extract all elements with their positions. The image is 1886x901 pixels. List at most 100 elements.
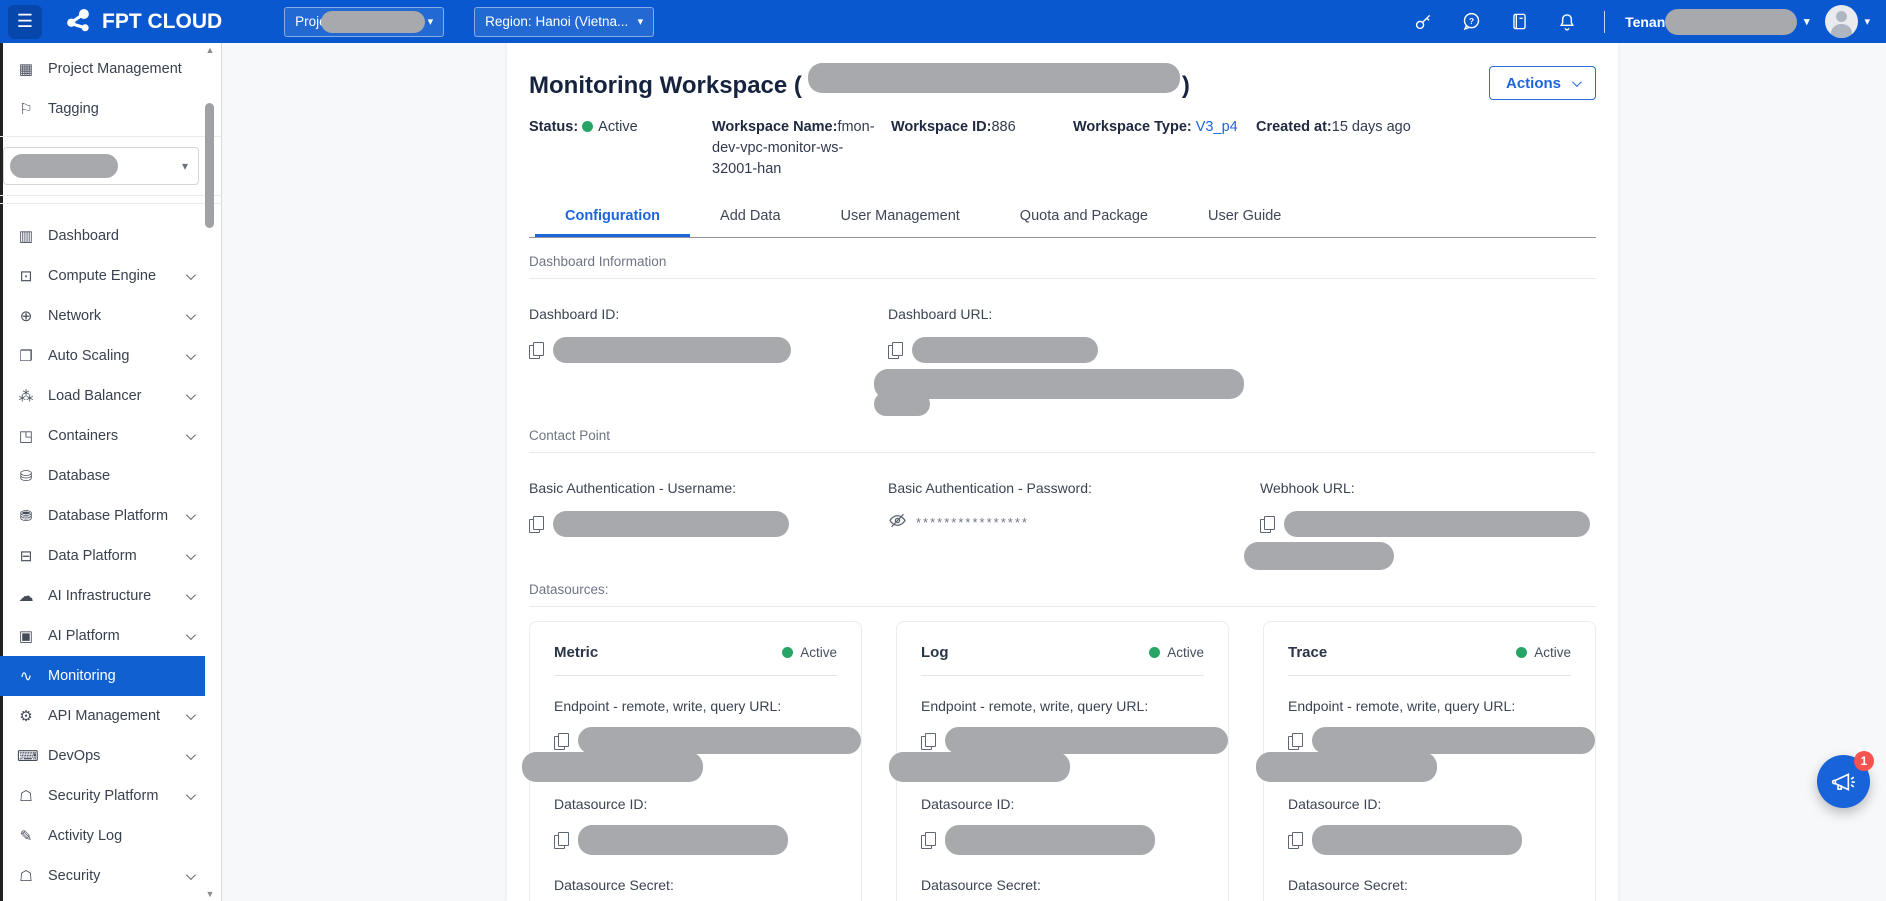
sidebar-item-label: Database Platform <box>48 508 168 524</box>
status-badge: Active <box>1149 645 1204 660</box>
help-icon[interactable]: ? <box>1460 11 1482 33</box>
workspace-card: Monitoring Workspace () Actions Status:A… <box>507 43 1618 901</box>
tab-user-guide[interactable]: User Guide <box>1178 198 1311 237</box>
workspace-type: Workspace Type: V3_p4 <box>1073 117 1256 180</box>
region-selector-label: Region: Hanoi (Vietna... <box>485 14 628 29</box>
sidebar-item-compute-engine[interactable]: ⊡Compute Engine <box>0 256 205 296</box>
datasource-name: Trace <box>1288 644 1327 661</box>
copy-icon[interactable] <box>554 732 569 750</box>
tab-configuration[interactable]: Configuration <box>535 198 690 237</box>
sidebar-item-ai-platform[interactable]: ▣AI Platform <box>0 616 205 656</box>
sidebar-item-data-platform[interactable]: ⊟Data Platform <box>0 536 205 576</box>
divider <box>0 195 221 196</box>
database-stack-icon: ⛃ <box>17 507 35 525</box>
actions-button[interactable]: Actions <box>1489 66 1596 100</box>
sidebar-item-activity-log[interactable]: ✎Activity Log <box>0 816 205 856</box>
chevron-down-icon <box>186 430 196 440</box>
copy-icon[interactable] <box>888 341 903 359</box>
dashboard-id-field: Dashboard ID: <box>529 293 888 416</box>
hamburger-menu-button[interactable]: ☰ <box>8 5 42 39</box>
redacted-endpoint-url <box>1256 752 1437 782</box>
tab-add-data[interactable]: Add Data <box>690 198 810 237</box>
sidebar-item-security[interactable]: ☖Security <box>0 856 205 896</box>
sidebar-item-security-platform[interactable]: ☖Security Platform <box>0 776 205 816</box>
divider <box>921 675 1204 676</box>
sidebar-item-label: Auto Scaling <box>48 348 129 364</box>
redacted-endpoint-url <box>522 752 703 782</box>
brand-logo[interactable]: FPT CLOUD <box>64 7 222 36</box>
caret-down-icon[interactable]: ▾ <box>1864 15 1870 28</box>
sidebar-item-load-balancer[interactable]: ⁂Load Balancer <box>0 376 205 416</box>
redacted-webhook-url <box>1244 542 1394 570</box>
redacted-select-value <box>10 154 118 178</box>
eye-off-icon[interactable] <box>888 511 907 530</box>
redacted-datasource-id <box>578 825 788 855</box>
copy-icon[interactable] <box>529 515 544 533</box>
sidebar-item-tagging[interactable]: ⚐Tagging <box>0 89 205 129</box>
scrollbar-thumb[interactable] <box>205 103 214 228</box>
workspace-meta: Status:Active Workspace Name:fmon-dev-vp… <box>529 117 1596 180</box>
pencil-icon: ✎ <box>17 827 35 845</box>
sidebar-item-database-platform[interactable]: ⛃ Database Platform <box>0 496 205 536</box>
copy-icon[interactable] <box>1288 831 1303 849</box>
copy-icon[interactable] <box>921 831 936 849</box>
chevron-down-icon <box>186 590 196 600</box>
region-selector[interactable]: Region: Hanoi (Vietna... ▾ <box>474 7 654 37</box>
chevron-down-icon <box>186 750 196 760</box>
sidebar-item-label: Containers <box>48 428 118 444</box>
sidebar-item-containers[interactable]: ◳ Containers <box>0 416 205 456</box>
scrollbar-up-arrow-icon[interactable]: ▲ <box>205 45 215 55</box>
sidebar-item-database[interactable]: ⛁Database <box>0 456 205 496</box>
notification-badge: 1 <box>1854 751 1874 771</box>
project-management-icon: ▦ <box>17 60 35 78</box>
workspace-type-link[interactable]: V3_p4 <box>1196 119 1238 135</box>
page-header: Monitoring Workspace () Actions Status:A… <box>507 43 1618 238</box>
page-title: Monitoring Workspace () <box>529 63 1190 100</box>
sidebar-item-auto-scaling[interactable]: ❐Auto Scaling <box>0 336 205 376</box>
announcements-button[interactable]: 1 <box>1817 755 1870 808</box>
project-selector[interactable]: Projec ▾ <box>284 7 444 37</box>
sidebar-item-project-management[interactable]: ▦Project Management <box>0 49 205 89</box>
redacted-endpoint-url <box>578 727 861 754</box>
divider <box>529 606 1596 607</box>
copy-icon[interactable] <box>529 341 544 359</box>
sidebar-item-label: DevOps <box>48 748 100 764</box>
cube-icon: ◳ <box>17 427 35 445</box>
dashboard-id-label: Dashboard ID: <box>529 306 888 322</box>
sidebar-item-label: Database <box>48 468 110 484</box>
key-icon[interactable] <box>1412 11 1434 33</box>
redacted-endpoint-url <box>889 752 1070 782</box>
caret-down-icon: ▾ <box>638 15 644 28</box>
sidebar-item-ai-infrastructure[interactable]: ☁AI Infrastructure <box>0 576 205 616</box>
notifications-icon[interactable] <box>1556 11 1578 33</box>
chevron-down-icon <box>186 790 196 800</box>
tab-quota-and-package[interactable]: Quota and Package <box>990 198 1178 237</box>
copy-icon[interactable] <box>921 732 936 750</box>
sidebar-item-label: AI Platform <box>48 628 120 644</box>
sidebar-scope-select[interactable]: ▾ <box>3 147 199 185</box>
avatar[interactable] <box>1825 5 1858 38</box>
chevron-down-icon <box>1572 77 1582 87</box>
copy-icon[interactable] <box>554 831 569 849</box>
tenant-selector[interactable]: Tenant ▾ <box>1625 9 1809 35</box>
sidebar-item-network[interactable]: ⊕Network <box>0 296 205 336</box>
docs-icon[interactable] <box>1508 11 1530 33</box>
redacted-dashboard-url <box>912 337 1098 363</box>
main-area: Monitoring Workspace () Actions Status:A… <box>222 43 1886 901</box>
sidebar-item-monitoring[interactable]: ∿Monitoring <box>0 656 205 696</box>
copy-icon[interactable] <box>1260 515 1275 533</box>
webhook-url-label: Webhook URL: <box>1260 480 1596 496</box>
endpoint-url-label: Endpoint - remote, write, query URL: <box>1288 698 1571 714</box>
tab-user-management[interactable]: User Management <box>811 198 990 237</box>
scrollbar-down-arrow-icon[interactable]: ▼ <box>205 889 215 899</box>
caret-down-icon: ▾ <box>182 159 188 173</box>
chevron-down-icon <box>186 270 196 280</box>
sidebar-item-devops[interactable]: ⌨DevOps <box>0 736 205 776</box>
redacted-workspace-title <box>808 63 1180 93</box>
sidebar-item-api-management[interactable]: ⚙API Management <box>0 696 205 736</box>
copy-icon[interactable] <box>1288 732 1303 750</box>
chevron-down-icon <box>186 390 196 400</box>
redacted-dashboard-url <box>874 369 1244 399</box>
password-masked-value: **************** <box>916 512 1029 530</box>
sidebar-item-dashboard[interactable]: ▥Dashboard <box>0 216 205 256</box>
